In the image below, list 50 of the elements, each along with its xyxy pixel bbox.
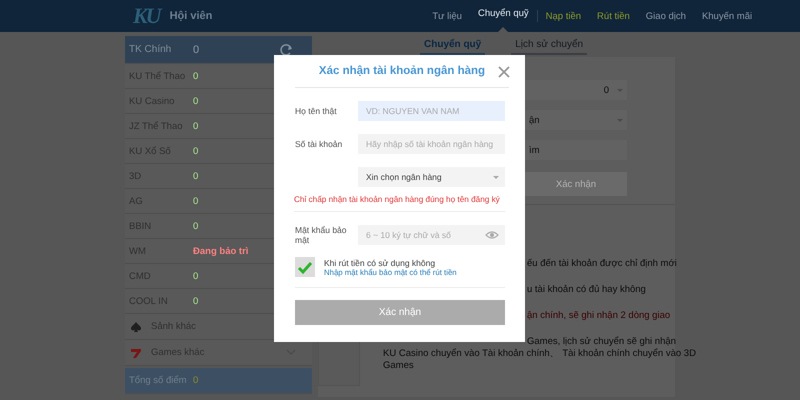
wallet-balance: 0 xyxy=(193,170,198,182)
wallet-balance: 0 xyxy=(193,196,198,206)
note-text: ận chính, sẽ ghi nhận 2 dòng giao xyxy=(527,310,670,322)
caret-icon xyxy=(493,176,499,178)
wallet-balance: 0 xyxy=(193,296,198,306)
field-label: Số tài khoản xyxy=(295,139,344,149)
page-title: Hội viên xyxy=(170,10,212,22)
note-text: ếu đến tài khoản được chỉ định mới xyxy=(527,258,677,270)
option-label: Khi rút tiền có sử dụng không xyxy=(324,258,436,268)
note-text: Games xyxy=(383,360,414,372)
wallet-balance: 0 xyxy=(193,220,198,232)
nav-link[interactable]: Khuyến mãi xyxy=(694,0,760,32)
nav-link[interactable]: Rút tiền xyxy=(589,0,638,32)
password-input[interactable]: 6 ~ 10 ký tự chữ và số xyxy=(358,225,505,245)
note-text: Games, lịch sử chuyển sẽ ghi nhận xyxy=(527,336,676,348)
seven-icon xyxy=(131,348,141,358)
wallet-select[interactable]: ận xyxy=(525,110,627,130)
spade-icon xyxy=(131,322,141,332)
maintenance-status: Đang bảo trì xyxy=(193,246,248,256)
nav-link[interactable]: Nạp tiền xyxy=(538,0,590,32)
confirm-button[interactable]: Xác nhận xyxy=(295,300,505,325)
note-text: u tài khoản có đủ hay không xyxy=(527,284,646,296)
eye-icon[interactable] xyxy=(485,230,499,240)
bank-select[interactable]: Xin chọn ngân hàng xyxy=(358,167,505,187)
close-icon[interactable] xyxy=(498,66,510,78)
dialog-title: Xác nhận tài khoản ngân hàng xyxy=(318,65,486,77)
nav-link[interactable]: Tư liệu xyxy=(424,0,470,32)
refresh-icon[interactable] xyxy=(280,43,294,57)
check-icon xyxy=(297,260,313,274)
wallet-balance: 0 xyxy=(193,120,198,132)
wallet-balance: 0 xyxy=(193,70,198,82)
logo: KU xyxy=(133,3,160,29)
warning-text: Chỉ chấp nhận tài khoản ngân hàng đúng họ tên đăng ký xyxy=(294,195,505,212)
field-label: Họ tên thật xyxy=(295,106,338,116)
input-field[interactable]: ìm xyxy=(525,140,627,160)
nav-link[interactable]: Chuyển quỹ xyxy=(470,0,537,32)
account-label: TK Chính xyxy=(129,44,172,55)
note-text: KU Casino chuyển vào Tài khoản chính、 Tài khoản chính chuyển vào 3D xyxy=(383,348,696,360)
checkbox[interactable] xyxy=(295,257,315,277)
nav-link[interactable]: Giao dịch xyxy=(638,0,694,32)
confirm-button[interactable]: Xác nhận xyxy=(525,172,627,196)
total-points: 0 xyxy=(193,375,198,386)
wallet-balance: 0 xyxy=(193,270,198,282)
wallet-balance: 0 xyxy=(193,96,198,106)
amount-select[interactable]: 0 xyxy=(525,80,627,100)
wallet-balance: 0 xyxy=(193,146,198,156)
account-balance: 0 xyxy=(193,44,200,56)
name-input[interactable]: VD: NGUYEN VAN NAM xyxy=(358,101,505,121)
field-label: Mật khẩu bảo mật xyxy=(295,225,348,245)
account-input[interactable]: Hãy nhập số tài khoản ngân hàng xyxy=(358,134,505,154)
